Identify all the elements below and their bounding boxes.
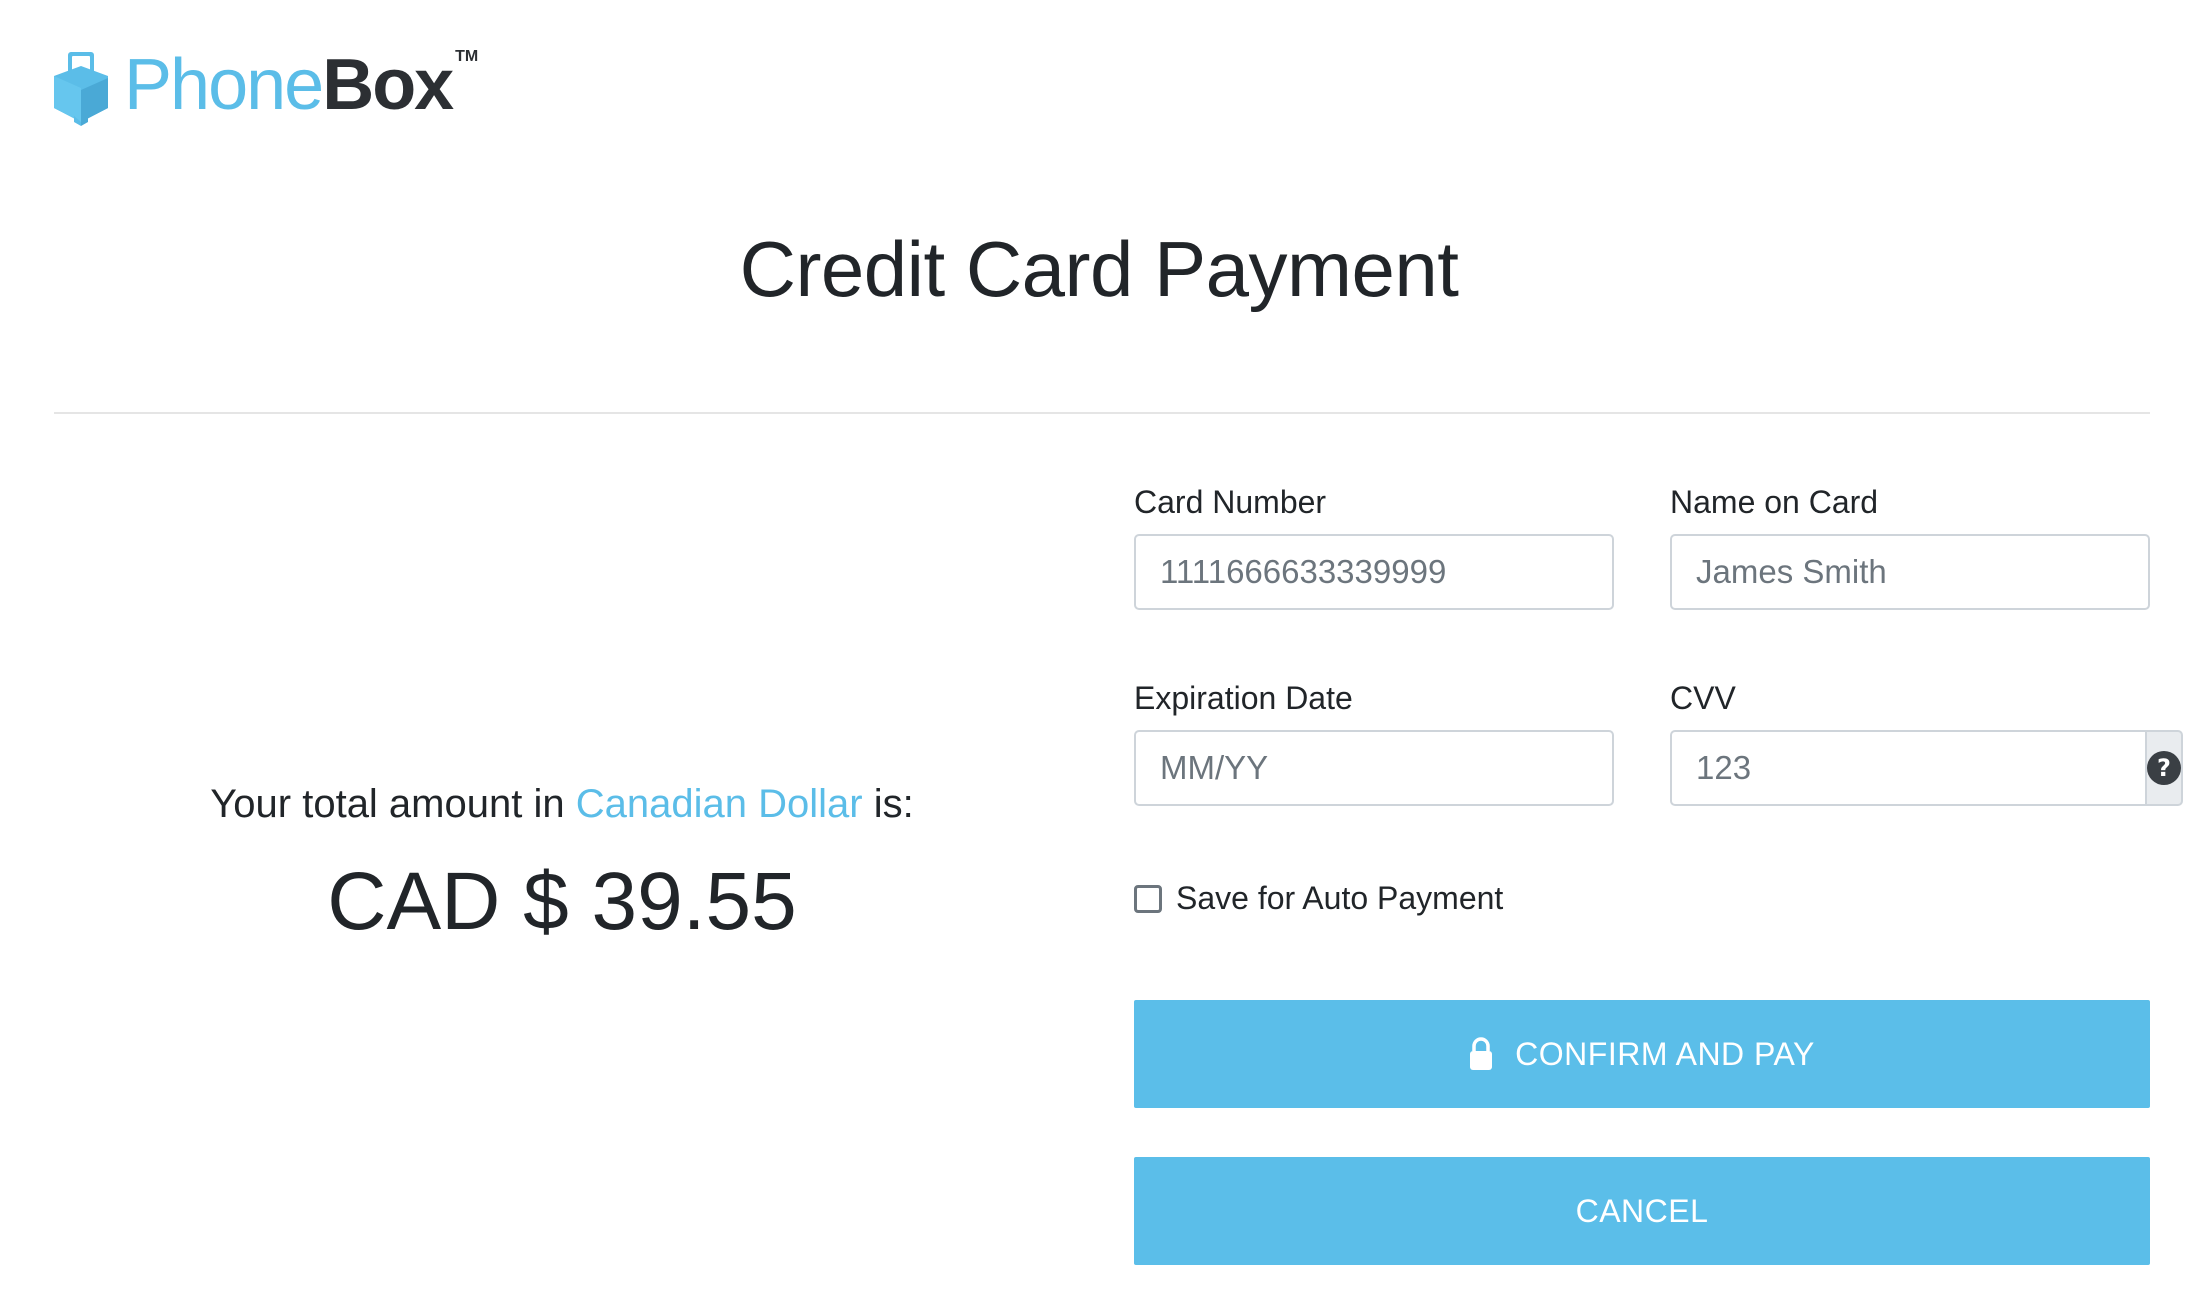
brand-name-box: Box [322, 45, 454, 125]
expiration-date-input[interactable] [1134, 730, 1614, 806]
auto-payment-option[interactable]: Save for Auto Payment [1134, 880, 1503, 917]
summary-line: Your total amount in Canadian Dollar is: [54, 782, 1070, 827]
name-on-card-input[interactable] [1670, 534, 2150, 610]
confirm-and-pay-button[interactable]: CONFIRM AND PAY [1134, 1000, 2150, 1108]
payment-summary: Your total amount in Canadian Dollar is:… [54, 782, 1070, 949]
brand-wordmark: PhoneBox TM [124, 44, 478, 126]
brand-name-phone: Phone [124, 45, 324, 125]
payment-page: PhoneBox TM Credit Card Payment Your tot… [0, 0, 2198, 1314]
expiration-date-label: Expiration Date [1134, 680, 1353, 716]
cvv-input-group: ? [1670, 730, 2183, 806]
cvv-help-button[interactable]: ? [2147, 730, 2183, 806]
page-title: Credit Card Payment [739, 225, 1459, 313]
question-circle-icon: ? [2147, 751, 2181, 785]
cancel-button-label: CANCEL [1575, 1192, 1709, 1229]
summary-prefix: Your total amount in [210, 782, 565, 826]
name-on-card-label: Name on Card [1670, 484, 1879, 520]
cvv-label: CVV [1670, 680, 1736, 716]
confirm-button-label: CONFIRM AND PAY [1515, 1035, 1815, 1072]
trademark-symbol: TM [455, 48, 479, 65]
cvv-input[interactable] [1670, 730, 2147, 806]
total-amount: CAD $ 39.55 [327, 856, 797, 947]
cancel-button[interactable]: CANCEL [1134, 1157, 2150, 1265]
summary-suffix: is: [873, 782, 914, 826]
lock-icon [1470, 1037, 1493, 1070]
card-number-input[interactable] [1134, 534, 1614, 610]
auto-payment-label[interactable]: Save for Auto Payment [1176, 880, 1503, 917]
phone-box-logo-icon [54, 52, 108, 126]
phonebox-logo[interactable]: PhoneBox TM [52, 45, 478, 130]
auto-payment-checkbox[interactable] [1134, 884, 1162, 913]
header-divider [54, 412, 2150, 414]
card-number-label: Card Number [1134, 484, 1327, 520]
currency-name: Canadian Dollar [575, 782, 863, 826]
